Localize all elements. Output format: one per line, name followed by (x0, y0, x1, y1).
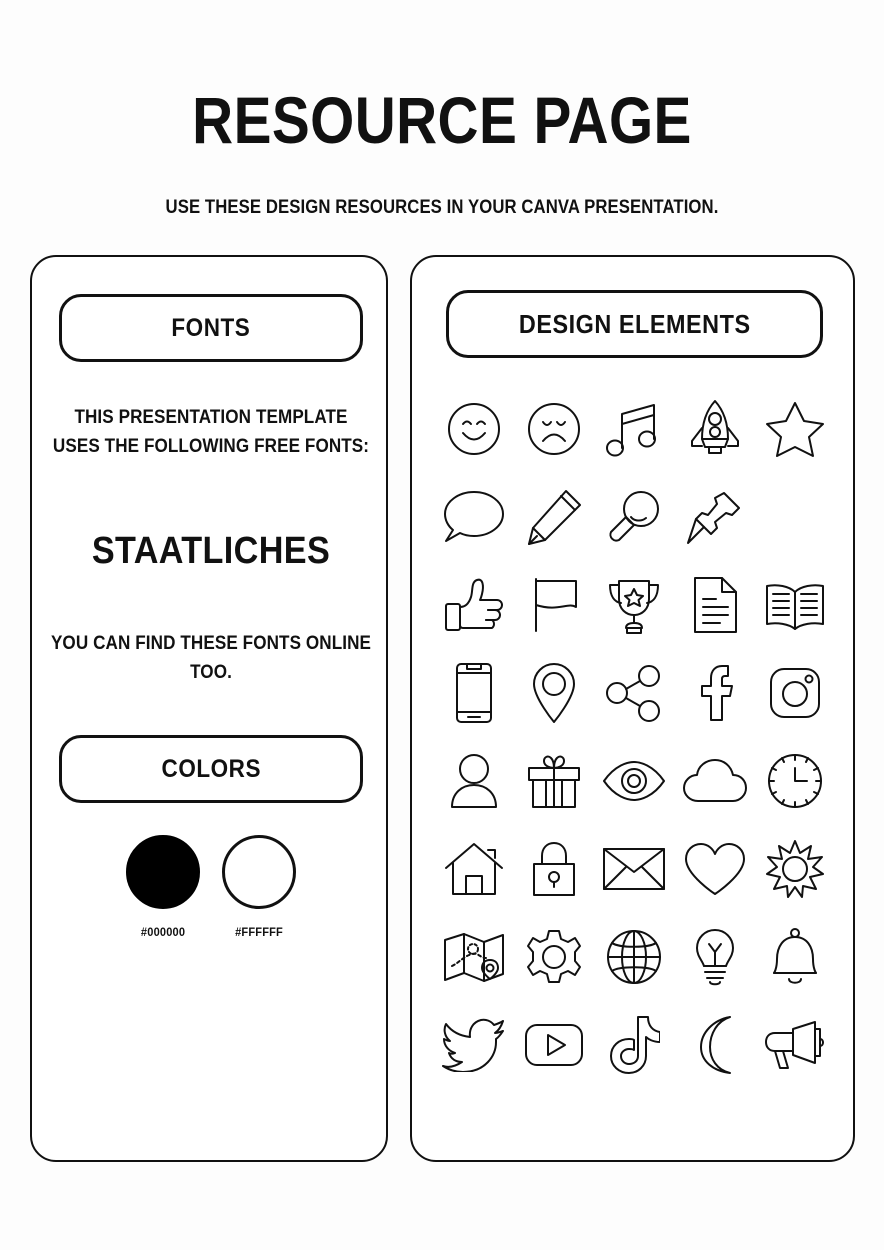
thumbs-up-icon[interactable] (434, 561, 514, 649)
star-icon[interactable] (755, 385, 835, 473)
sad-face-icon[interactable] (514, 385, 594, 473)
trophy-icon[interactable] (594, 561, 674, 649)
cloud-icon[interactable] (675, 737, 755, 825)
magnifying-glass-icon[interactable] (594, 473, 674, 561)
twitter-icon[interactable] (434, 1001, 514, 1089)
fonts-outro-line-2: TOO. (190, 662, 232, 683)
push-pin-icon[interactable] (675, 473, 755, 561)
user-icon[interactable] (434, 737, 514, 825)
document-icon[interactable] (675, 561, 755, 649)
smiley-face-icon[interactable] (434, 385, 514, 473)
fonts-section-label: FONTS (171, 313, 251, 342)
globe-icon[interactable] (594, 913, 674, 1001)
design-elements-section-label: DESIGN ELEMENTS (518, 308, 751, 339)
fonts-panel: FONTS THIS PRESENTATION TEMPLATE USES TH… (30, 255, 388, 1162)
moon-icon[interactable] (675, 1001, 755, 1089)
rocket-icon[interactable] (675, 385, 755, 473)
share-icon[interactable] (594, 649, 674, 737)
page-subtitle: USE THESE DESIGN RESOURCES IN YOUR CANVA… (165, 197, 719, 218)
fonts-outro-line-1: YOU CAN FIND THESE FONTS ONLINE (50, 633, 372, 654)
color-swatch-item[interactable]: #000000 (120, 835, 206, 939)
page-title: RESOURCE PAGE (192, 83, 692, 157)
white-swatch-dot[interactable] (222, 835, 296, 909)
font-name-label: STAATLICHES (91, 530, 331, 572)
house-icon[interactable] (434, 825, 514, 913)
bell-icon[interactable] (755, 913, 835, 1001)
fonts-intro-line-2: USES THE FOLLOWING FREE FONTS: (52, 436, 370, 457)
sun-icon[interactable] (755, 825, 835, 913)
megaphone-icon[interactable] (755, 1001, 835, 1089)
smartphone-icon[interactable] (434, 649, 514, 737)
colors-section-header: COLORS (59, 735, 363, 803)
fonts-section-header: FONTS (59, 294, 363, 362)
instagram-icon[interactable] (755, 649, 835, 737)
heart-icon[interactable] (675, 825, 755, 913)
pencil-icon[interactable] (514, 473, 594, 561)
fonts-intro-text: THIS PRESENTATION TEMPLATE USES THE FOLL… (50, 403, 372, 461)
youtube-icon[interactable] (514, 1001, 594, 1089)
location-pin-icon[interactable] (514, 649, 594, 737)
color-swatch-item[interactable]: #FFFFFF (216, 835, 302, 939)
envelope-icon[interactable] (594, 825, 674, 913)
speech-bubble-icon[interactable] (434, 473, 514, 561)
gift-icon[interactable] (514, 737, 594, 825)
design-elements-section-header: DESIGN ELEMENTS (446, 290, 823, 358)
black-swatch-dot[interactable] (126, 835, 200, 909)
colors-section-label: COLORS (161, 754, 261, 783)
white-swatch-hex: #FFFFFF (235, 925, 283, 939)
tiktok-icon[interactable] (594, 1001, 674, 1089)
design-elements-panel: DESIGN ELEMENTS (410, 255, 855, 1162)
icon-grid (434, 385, 835, 1089)
open-book-icon[interactable] (755, 561, 835, 649)
facebook-icon[interactable] (675, 649, 755, 737)
color-swatch-row: #000000 #FFFFFF (32, 835, 390, 939)
eye-icon[interactable] (594, 737, 674, 825)
clock-icon[interactable] (755, 737, 835, 825)
music-notes-icon[interactable] (594, 385, 674, 473)
fonts-outro-text: YOU CAN FIND THESE FONTS ONLINE TOO. (50, 629, 372, 687)
gear-icon[interactable] (514, 913, 594, 1001)
flag-icon[interactable] (514, 561, 594, 649)
fonts-intro-line-1: THIS PRESENTATION TEMPLATE (74, 407, 348, 428)
lock-icon[interactable] (514, 825, 594, 913)
black-swatch-hex: #000000 (140, 925, 186, 939)
map-icon[interactable] (434, 913, 514, 1001)
lightbulb-icon[interactable] (675, 913, 755, 1001)
empty-slot (755, 473, 835, 561)
